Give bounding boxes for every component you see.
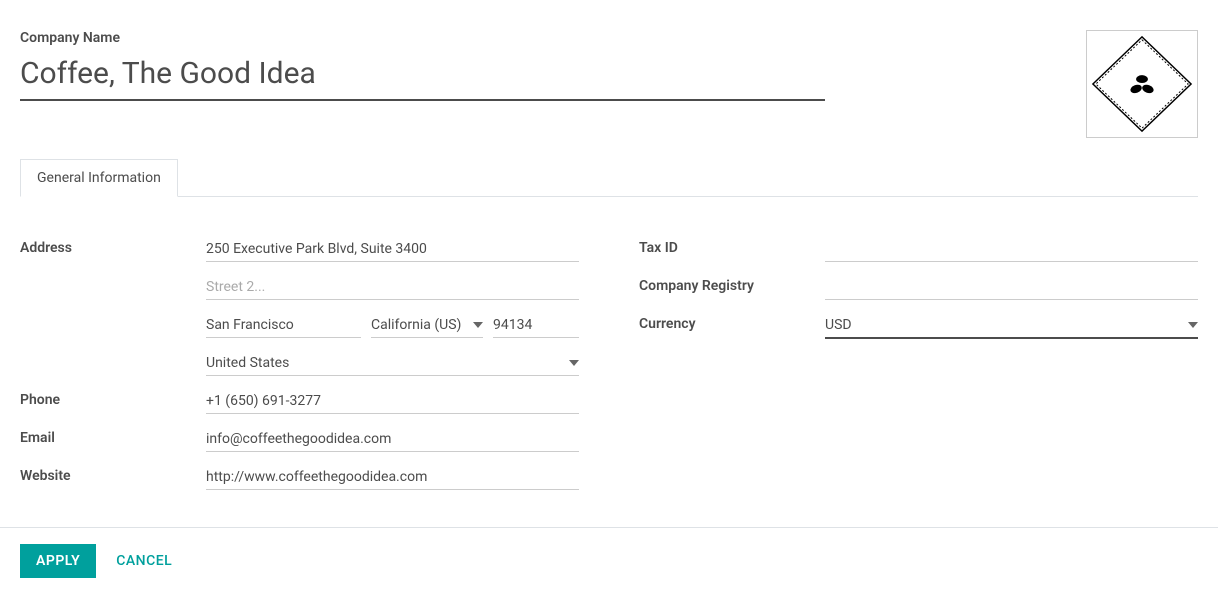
currency-label: Currency: [639, 313, 825, 332]
tax-id-label: Tax ID: [639, 237, 825, 256]
tab-general-information[interactable]: General Information: [20, 159, 178, 197]
phone-input[interactable]: [206, 389, 579, 414]
zip-input[interactable]: [493, 313, 579, 338]
website-input[interactable]: [206, 465, 579, 490]
company-logo[interactable]: [1086, 30, 1198, 138]
website-label: Website: [20, 465, 206, 484]
tabs: General Information: [20, 158, 1198, 197]
email-input[interactable]: [206, 427, 579, 452]
state-input[interactable]: [371, 313, 483, 337]
state-select[interactable]: [371, 313, 483, 338]
tax-id-input[interactable]: [825, 237, 1198, 262]
street-input[interactable]: [206, 237, 579, 262]
cancel-button[interactable]: Cancel: [116, 553, 172, 569]
city-input[interactable]: [206, 313, 361, 338]
email-label: Email: [20, 427, 206, 446]
currency-select[interactable]: [825, 313, 1198, 339]
address-label: Address: [20, 237, 206, 256]
currency-input[interactable]: [825, 313, 1198, 337]
company-registry-label: Company Registry: [639, 275, 825, 294]
country-input[interactable]: [206, 351, 579, 375]
diamond-coffee-icon: [1087, 31, 1197, 137]
company-name-input[interactable]: [20, 52, 825, 101]
company-registry-input[interactable]: [825, 275, 1198, 300]
street2-input[interactable]: [206, 275, 579, 300]
footer: Apply Cancel: [0, 527, 1218, 594]
phone-label: Phone: [20, 389, 206, 408]
apply-button[interactable]: Apply: [20, 544, 96, 578]
country-select[interactable]: [206, 351, 579, 376]
company-name-label: Company Name: [20, 30, 825, 46]
